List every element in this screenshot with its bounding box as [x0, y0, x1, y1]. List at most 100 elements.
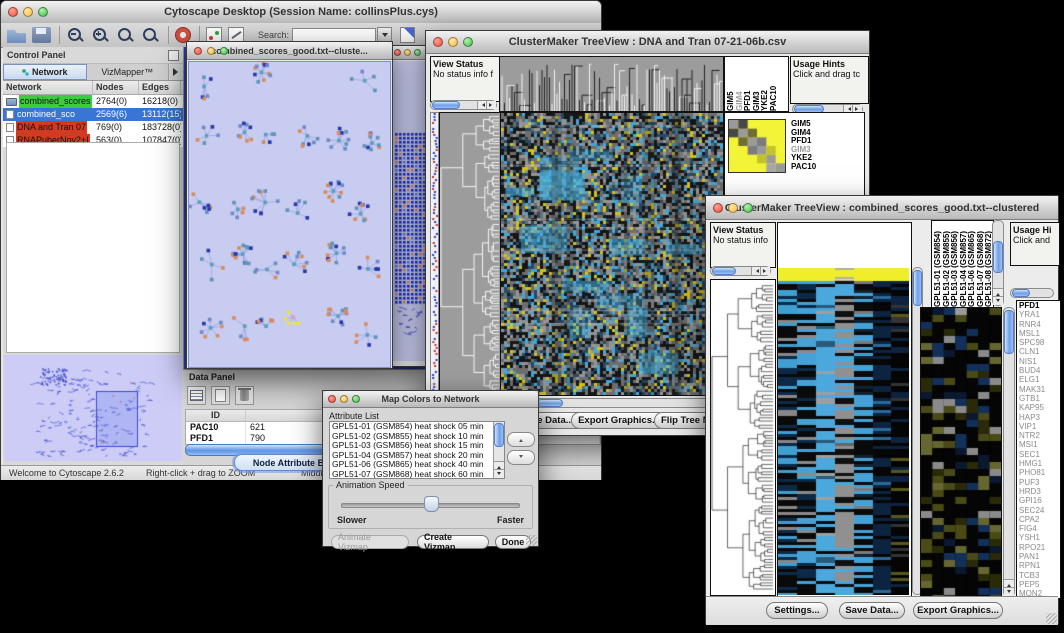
column-label[interactable]: PAC10 — [769, 57, 778, 111]
zoom-button[interactable] — [220, 47, 228, 55]
gene-label[interactable]: PEP5 — [1019, 580, 1060, 589]
gene-label[interactable]: SEC1 — [1019, 450, 1060, 459]
gene-label[interactable]: FIG4 — [1019, 524, 1060, 533]
global-heatmap[interactable] — [778, 268, 909, 595]
tab-network[interactable]: Network — [3, 64, 87, 80]
gene-label[interactable]: MAK31 — [1019, 385, 1060, 394]
animate-vizmap-button[interactable]: Animate Vizmap — [331, 535, 409, 549]
network-view-titlebar[interactable]: combined_scores_good.txt--cluste... — [187, 42, 392, 60]
column-label[interactable]: PFD1 — [743, 57, 752, 111]
column-label[interactable]: GIM5 — [726, 57, 735, 111]
zoom-button[interactable] — [352, 395, 360, 403]
zoom-in-icon[interactable] — [91, 27, 110, 43]
network-overview-panel[interactable] — [4, 355, 182, 461]
attribute-browser-icon[interactable] — [400, 27, 415, 43]
minimize-button[interactable] — [404, 49, 411, 56]
gene-label[interactable]: TCB3 — [1019, 571, 1060, 580]
gene-label[interactable]: CLN1 — [1019, 347, 1060, 356]
export-graphics-button[interactable]: Export Graphics... — [571, 412, 667, 429]
gene-label[interactable]: MSI1 — [1019, 440, 1060, 449]
gene-label[interactable]: MSL1 — [1019, 329, 1060, 338]
close-button[interactable] — [394, 49, 401, 56]
select-attributes-button[interactable] — [187, 386, 206, 405]
zoom-button[interactable] — [743, 203, 753, 213]
network-table-header[interactable]: Network Nodes Edges — [3, 81, 183, 95]
column-label[interactable]: GIM4 — [735, 57, 744, 111]
status-hscrollbar[interactable] — [710, 266, 771, 276]
tab-overflow-button[interactable] — [169, 64, 183, 80]
save-data-button[interactable]: Save Data... — [839, 602, 905, 619]
zoom-button[interactable] — [38, 7, 48, 17]
zoom-heatmap[interactable] — [920, 307, 1002, 597]
treeview1-titlebar[interactable]: ClusterMaker TreeView : DNA and Tran 07-… — [426, 31, 869, 54]
settings-button[interactable]: Settings... — [766, 602, 828, 619]
gene-label[interactable]: PUF3 — [1019, 478, 1060, 487]
gene-label[interactable]: CPA2 — [1019, 515, 1060, 524]
network-view2-titlebar[interactable] — [390, 46, 430, 60]
labels-vscrollbar[interactable] — [992, 220, 1004, 306]
gene-label[interactable]: YSH1 — [1019, 533, 1060, 542]
zoom-button[interactable] — [414, 49, 421, 56]
hints-hscrollbar[interactable] — [1010, 288, 1054, 298]
gene-label[interactable]: PFD1 — [1019, 301, 1060, 310]
zoom-out-icon[interactable] — [66, 27, 85, 43]
gene-label[interactable]: KAP95 — [1019, 403, 1060, 412]
resize-grip[interactable] — [1046, 613, 1057, 624]
gene-label[interactable]: GTB1 — [1019, 394, 1060, 403]
gene-label[interactable]: RPN1 — [1019, 561, 1060, 570]
row-dendrogram[interactable] — [439, 112, 502, 396]
minimize-button[interactable] — [23, 7, 33, 17]
gene-label[interactable]: HAP3 — [1019, 413, 1060, 422]
save-session-icon[interactable] — [32, 27, 51, 43]
gene-label[interactable]: BUD4 — [1019, 366, 1060, 375]
gene-label[interactable]: GPI16 — [1019, 496, 1060, 505]
gene-label[interactable]: PAN1 — [1019, 552, 1060, 561]
resize-grip[interactable] — [526, 535, 537, 546]
network-table-row[interactable]: DNA and Tran 07 769(0) 183728(0) — [3, 121, 183, 134]
global-heatmap[interactable] — [500, 112, 724, 396]
gene-label[interactable]: RPO21 — [1019, 543, 1060, 552]
new-attribute-button[interactable] — [211, 386, 230, 405]
network-canvas[interactable] — [188, 61, 391, 368]
move-down-button[interactable] — [507, 450, 535, 465]
zoom-fit-icon[interactable] — [141, 27, 160, 43]
close-button[interactable] — [194, 47, 202, 55]
minimize-button[interactable] — [340, 395, 348, 403]
zoom-heatmap[interactable] — [728, 119, 786, 173]
export-graphics-button[interactable]: Export Graphics... — [913, 602, 1003, 619]
column-label[interactable]: GPL51-06 (GSM865) — [967, 221, 976, 307]
float-panel-icon[interactable] — [168, 50, 179, 61]
speed-slider-thumb[interactable] — [424, 496, 439, 512]
zoom-button[interactable] — [463, 37, 473, 47]
column-dendrogram[interactable] — [499, 56, 724, 112]
gene-label[interactable]: RNR4 — [1019, 320, 1060, 329]
close-button[interactable] — [328, 395, 336, 403]
gene-label[interactable]: VIP1 — [1019, 422, 1060, 431]
gene-label[interactable]: SPC98 — [1019, 338, 1060, 347]
gene-label[interactable]: HRD3 — [1019, 487, 1060, 496]
gene-label[interactable]: NTR2 — [1019, 431, 1060, 440]
main-titlebar[interactable]: Cytoscape Desktop (Session Name: collins… — [1, 1, 601, 24]
close-button[interactable] — [713, 203, 723, 213]
gene-label[interactable]: HMG1 — [1019, 459, 1060, 468]
tab-vizmapper[interactable]: VizMapper™ — [87, 64, 170, 80]
gene-label[interactable]: NIS1 — [1019, 357, 1060, 366]
column-label[interactable]: GPL51-03 (GSM856) — [950, 221, 959, 307]
gene-label[interactable]: YRA1 — [1019, 310, 1060, 319]
move-up-button[interactable] — [507, 432, 535, 447]
gene-label[interactable]: PHO81 — [1019, 468, 1060, 477]
row-dendrogram[interactable] — [710, 279, 776, 596]
attribute-list-scrollbar[interactable] — [493, 422, 504, 478]
status-hscrollbar[interactable] — [430, 100, 497, 110]
attribute-item[interactable]: GPL51-07 (GSM868) heat shock 60 min — [332, 470, 504, 479]
column-label[interactable]: YKE2 — [760, 57, 769, 111]
column-label[interactable]: GPL51-01 (GSM854) — [933, 221, 942, 307]
open-session-icon[interactable] — [7, 27, 26, 43]
row-label[interactable]: PAC10 — [791, 163, 816, 172]
dialog-titlebar[interactable]: Map Colors to Network — [323, 391, 538, 408]
network-table-row[interactable]: combined_scores 2764(0) 16218(0) — [3, 95, 183, 108]
close-button[interactable] — [433, 37, 443, 47]
create-vizmap-button[interactable]: Create Vizmap — [417, 535, 489, 549]
minimize-button[interactable] — [728, 203, 738, 213]
zoom-vscrollbar[interactable] — [1003, 307, 1015, 597]
